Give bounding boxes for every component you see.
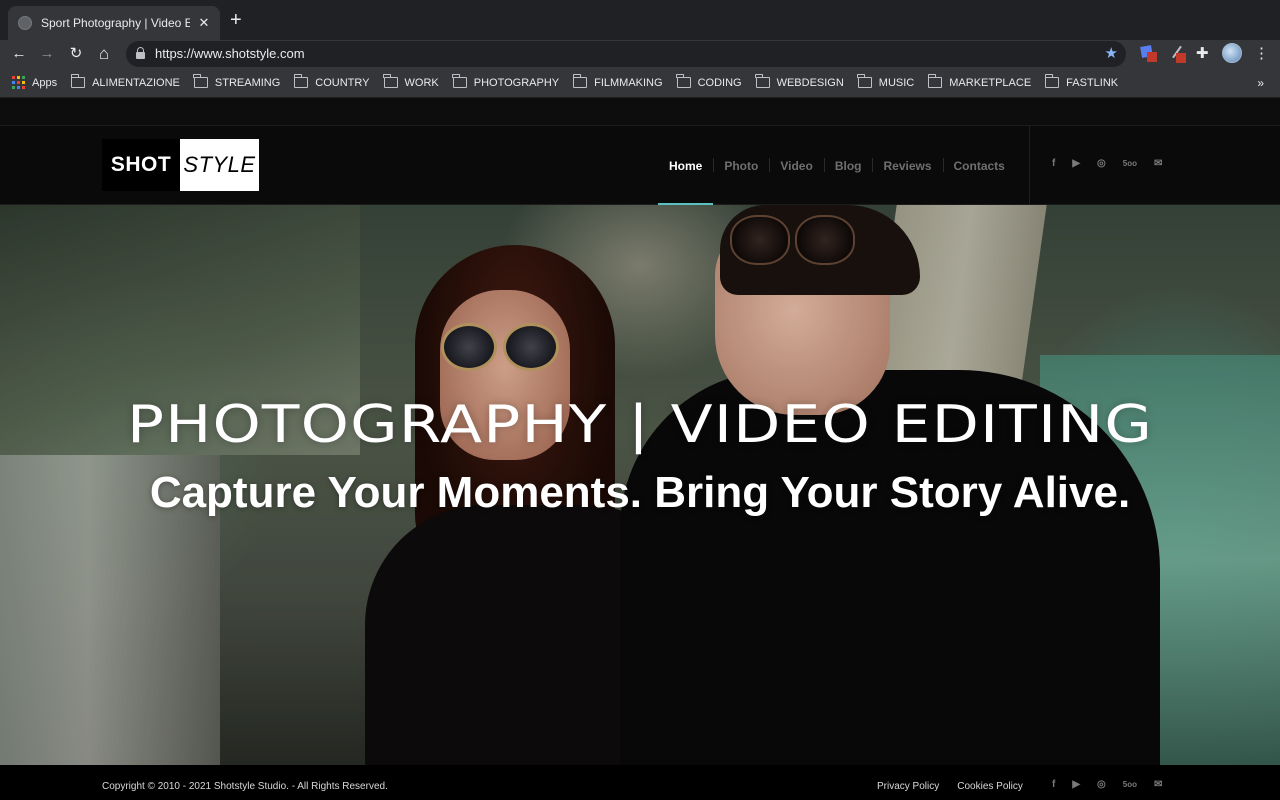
instagram-icon[interactable]: ◎ [1097,779,1106,790]
new-tab-button[interactable]: + [230,10,242,30]
bookmark-label: FILMMAKING [594,76,663,89]
address-bar[interactable]: https://www.shotstyle.com ★ [126,41,1126,67]
folder-icon [193,74,208,88]
forward-icon[interactable]: → [37,44,57,64]
hero-subtitle: Capture Your Moments. Bring Your Story A… [149,468,1131,517]
bookmark-label: ALIMENTAZIONE [92,76,180,89]
site-footer: Copyright © 2010 - 2021 Shotstyle Studio… [0,765,1280,800]
browser-tab[interactable]: Sport Photography | Video Editi ✕ [8,6,220,40]
bookmark-apps[interactable]: Apps [12,76,57,89]
bookmark-label: MARKETPLACE [949,76,1032,89]
youtube-icon[interactable]: ▶ [1072,779,1080,790]
extensions-puzzle-icon[interactable]: ✚ [1196,44,1209,62]
bookmark-folder[interactable]: MARKETPLACE [927,74,1032,89]
folder-icon [293,74,309,88]
menu-icon[interactable]: ⋮ [1254,44,1269,62]
hero-section: PHOTOGRAPHY | VIDEO EDITING Capture Your… [0,205,1280,765]
bookmark-label: Apps [32,76,58,89]
privacy-policy-link[interactable]: Privacy Policy [877,781,939,792]
instagram-icon[interactable]: ◎ [1097,158,1106,169]
folder-icon [1044,74,1060,88]
bookmarks-overflow-button[interactable]: » [1257,76,1264,90]
website-viewport: SHOT STYLE Home Photo Video Blog Reviews… [0,98,1280,800]
nav-photo[interactable]: Photo [713,126,769,205]
folder-icon [383,74,398,88]
facebook-icon[interactable]: f [1052,779,1055,790]
browser-tabstrip: Sport Photography | Video Editi ✕ + [0,0,1280,40]
bookmark-folder[interactable]: WEBDESIGN [755,74,844,89]
nav-home[interactable]: Home [658,126,714,205]
home-icon[interactable]: ⌂ [94,44,114,64]
bookmark-label: FASTLINK [1066,76,1119,89]
logo-right: STYLE [180,139,259,191]
bookmark-folder[interactable]: WORK [383,74,439,89]
bookmark-label: MUSIC [878,76,915,89]
bookmark-folder[interactable]: FASTLINK [1044,74,1119,89]
folder-icon [927,74,943,88]
bookmark-folder[interactable]: ALIMENTAZIONE [70,74,180,89]
logo-left: SHOT [102,139,180,191]
top-strip [0,98,1280,126]
browser-toolbar: ← → ↻ ⌂ https://www.shotstyle.com ★ ✚ ⋮ [0,40,1280,68]
folder-icon [676,74,691,88]
folder-icon [755,74,770,88]
footer-social-links: f ▶ ◎ 5oo ✉ [1052,779,1179,790]
footer-links: Privacy Policy Cookies Policy [877,781,1041,792]
bookmark-label: STREAMING [214,76,281,89]
header-divider [1029,126,1030,205]
nav-video[interactable]: Video [769,126,823,205]
bookmark-label: COUNTRY [315,76,370,89]
globe-icon [18,16,32,30]
folder-icon [70,74,86,88]
tab-title: Sport Photography | Video Editi [41,16,190,30]
folder-icon [572,74,588,88]
facebook-icon[interactable]: f [1052,158,1055,169]
profile-avatar[interactable] [1222,43,1242,63]
nav-reviews[interactable]: Reviews [872,126,942,205]
folder-icon [452,74,467,88]
folder-icon [857,74,872,88]
bookmark-label: PHOTOGRAPHY [473,76,560,89]
hero-title: PHOTOGRAPHY | VIDEO EDITING [126,395,1154,455]
bookmark-folder[interactable]: CODING [676,74,742,89]
copyright-text: Copyright © 2010 - 2021 Shotstyle Studio… [102,781,388,792]
mail-icon[interactable]: ✉ [1154,779,1162,790]
close-icon[interactable]: ✕ [196,15,212,31]
url-text[interactable]: https://www.shotstyle.com [155,46,305,61]
nav-contacts[interactable]: Contacts [942,126,1016,205]
500px-icon[interactable]: 5oo [1123,159,1137,168]
bookmarks-bar: Apps ALIMENTAZIONE STREAMING COUNTRY WOR… [0,68,1280,98]
bookmark-label: CODING [697,76,742,89]
lock-icon[interactable] [136,47,145,59]
header-social-links: f ▶ ◎ 5oo ✉ [1052,158,1179,169]
bookmark-folder[interactable]: PHOTOGRAPHY [452,74,560,89]
bookmark-star-icon[interactable]: ★ [1105,44,1118,62]
bookmark-label: WEBDESIGN [776,76,844,89]
site-header: SHOT STYLE Home Photo Video Blog Reviews… [0,126,1280,205]
bookmark-folder[interactable]: FILMMAKING [572,74,663,89]
extension-icon[interactable] [1140,45,1158,63]
apps-grid-icon [12,76,25,89]
500px-icon[interactable]: 5oo [1123,780,1137,789]
reload-icon[interactable]: ↻ [66,44,86,64]
main-nav: Home Photo Video Blog Reviews Contacts [658,126,1016,205]
extension-icon[interactable] [1168,45,1186,63]
back-icon[interactable]: ← [9,44,29,64]
bookmark-folder[interactable]: COUNTRY [293,74,370,89]
nav-blog[interactable]: Blog [823,126,873,205]
site-logo[interactable]: SHOT STYLE [102,139,259,191]
bookmark-folder[interactable]: STREAMING [193,74,281,89]
bookmark-label: WORK [404,76,439,89]
bookmark-folder[interactable]: MUSIC [857,74,915,89]
youtube-icon[interactable]: ▶ [1072,158,1080,169]
cookies-policy-link[interactable]: Cookies Policy [957,781,1023,792]
mail-icon[interactable]: ✉ [1154,158,1162,169]
